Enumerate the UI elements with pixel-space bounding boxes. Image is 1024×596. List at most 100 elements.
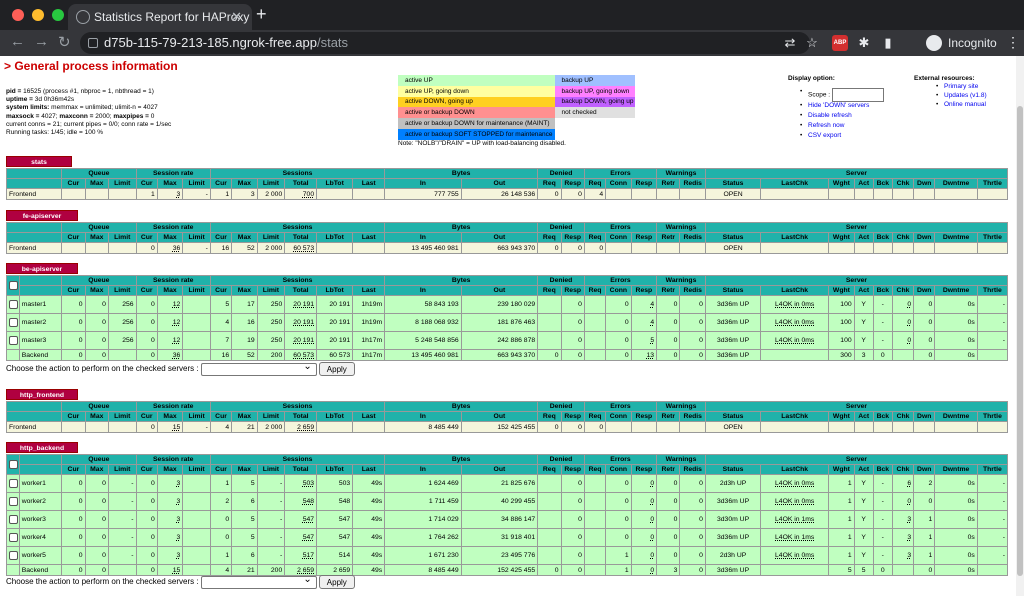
cell: 4	[583, 188, 607, 200]
cell: 0	[61, 546, 86, 565]
server-checkbox[interactable]	[9, 497, 18, 506]
action-select[interactable]	[200, 361, 317, 376]
cell	[853, 421, 874, 433]
adblock-extension-icon[interactable]: ABP	[832, 35, 848, 51]
column-header: Wght	[828, 178, 855, 189]
hide-down-link[interactable]: Hide 'DOWN' servers	[800, 102, 884, 112]
apply-button[interactable]: Apply	[318, 575, 355, 589]
row-select-cell[interactable]	[6, 510, 20, 529]
select-all-cell[interactable]	[6, 275, 20, 296]
cell: -	[872, 474, 893, 493]
row-select-cell[interactable]	[6, 474, 20, 493]
scrollbar-thumb[interactable]	[1017, 106, 1023, 576]
cell-value: 1	[847, 516, 852, 523]
cell: -	[182, 188, 211, 200]
column-header: Total	[284, 232, 318, 243]
select-all-checkbox[interactable]	[9, 281, 18, 290]
group-header: Warnings	[656, 168, 706, 179]
cell-value: 0	[650, 566, 655, 574]
primary-site-link[interactable]: Primary site	[936, 83, 987, 92]
proxy-title[interactable]: stats	[6, 156, 72, 167]
cell-value: worker5	[21, 552, 46, 559]
csv-export-link[interactable]: CSV export	[800, 132, 884, 142]
column-header: Out	[460, 464, 539, 475]
select-all-cell[interactable]	[6, 454, 20, 475]
close-tab-icon[interactable]: ✕	[231, 4, 242, 30]
cell: 5	[828, 564, 855, 576]
zoom-window-button[interactable]	[52, 9, 64, 21]
column-header: Chk	[891, 285, 915, 296]
browser-tab[interactable]: Statistics Report for HAProxy ✕	[68, 4, 252, 30]
proxy-title[interactable]: fe-apiserver	[6, 210, 78, 221]
cell: 3	[156, 188, 184, 200]
side-panel-icon[interactable]: ▮	[880, 35, 896, 51]
select-all-checkbox[interactable]	[9, 460, 18, 469]
server-checkbox[interactable]	[9, 318, 18, 327]
server-checkbox[interactable]	[9, 551, 18, 560]
translate-icon[interactable]: ⇄	[782, 35, 798, 51]
maxsock-value: 4027;	[41, 112, 60, 120]
proxy-title[interactable]: be-apiserver	[6, 263, 78, 274]
server-checkbox[interactable]	[9, 300, 18, 309]
server-checkbox[interactable]	[9, 515, 18, 524]
page-scrollbar[interactable]	[1016, 56, 1024, 596]
cell	[976, 564, 1009, 576]
cell-value: 547	[302, 534, 315, 541]
cell-value: worker1	[21, 480, 46, 487]
server-checkbox[interactable]	[9, 533, 18, 542]
disable-refresh-link[interactable]: Disable refresh	[800, 112, 884, 122]
cell-value: 17	[247, 301, 255, 308]
new-tab-button[interactable]: +	[256, 4, 267, 25]
server-checkbox[interactable]	[9, 336, 18, 345]
row-select-cell[interactable]	[6, 331, 20, 350]
profile-button[interactable]: Incognito	[922, 33, 1005, 53]
cell-value: 547	[302, 516, 315, 523]
proxy-title[interactable]: http_backend	[6, 442, 78, 453]
close-window-button[interactable]	[12, 9, 24, 21]
updates-link[interactable]: Updates (v1.8)	[936, 92, 987, 101]
forward-arrow-icon[interactable]: →	[34, 33, 49, 50]
row-select-cell[interactable]	[6, 546, 20, 565]
cell: -	[182, 242, 211, 254]
cell-value: 20 191	[329, 319, 351, 326]
row-select-cell[interactable]	[6, 313, 20, 332]
cell: 0	[656, 492, 681, 511]
refresh-now-link[interactable]: Refresh now	[800, 122, 884, 132]
back-arrow-icon[interactable]: ←	[10, 33, 25, 50]
legend-label: backup DOWN, going up	[559, 96, 636, 108]
cell-value: 250	[270, 319, 283, 326]
cell: 2	[209, 492, 233, 511]
cell: 0	[84, 474, 109, 493]
row-select-cell[interactable]	[6, 528, 20, 547]
server-checkbox[interactable]	[9, 479, 18, 488]
column-header: Resp	[630, 411, 658, 422]
cell-value: 256	[122, 301, 134, 308]
minimize-window-button[interactable]	[32, 9, 44, 21]
cell-value: 0s	[967, 498, 975, 505]
cell: 3	[656, 564, 681, 576]
cell-value: 3d30m UP	[716, 516, 750, 523]
action-select[interactable]	[200, 574, 317, 589]
row-select-cell[interactable]	[6, 492, 20, 511]
cell-value: 0	[699, 480, 703, 487]
stats-table: Queue Session rate Sessions Bytes Denied Erro…	[5, 222, 1009, 254]
extensions-puzzle-icon[interactable]: ✱	[856, 35, 872, 51]
apply-button[interactable]: Apply	[318, 362, 355, 376]
cell: 0	[913, 331, 936, 350]
proxy-title[interactable]: http_frontend	[6, 389, 78, 400]
cell-value: 40 299 455	[501, 498, 536, 505]
scope-input[interactable]	[832, 88, 885, 102]
online-manual-link[interactable]: Online manual	[936, 101, 987, 110]
reload-icon[interactable]: ↻	[58, 33, 71, 51]
cell: Y	[853, 474, 874, 493]
cell	[630, 421, 658, 433]
row-select-cell[interactable]	[6, 295, 20, 314]
cell: 0	[679, 546, 706, 565]
bookmark-star-icon[interactable]: ☆	[804, 35, 820, 51]
frontend-row: Frontend 0 36 - 16 52 2 000 60 573 13 495 460 98…	[5, 242, 1009, 254]
cell	[630, 242, 658, 254]
cell: 52	[231, 349, 258, 361]
address-bar[interactable]: d75b-115-79-213-185.ngrok-free.app/stats	[80, 32, 810, 54]
browser-menu-icon[interactable]: ⋮	[1006, 34, 1020, 51]
cell-value: 0	[225, 534, 230, 541]
